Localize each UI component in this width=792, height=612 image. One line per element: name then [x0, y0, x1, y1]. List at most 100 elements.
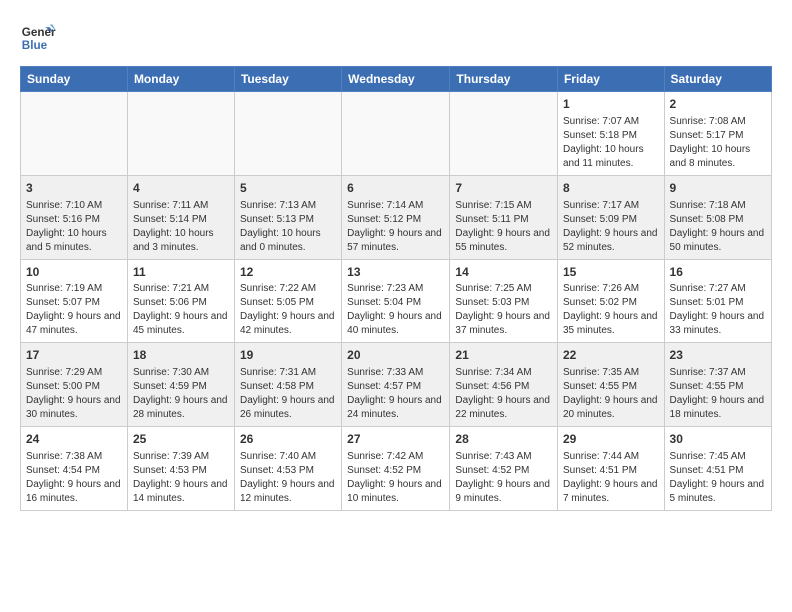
day-number: 19 — [240, 347, 336, 364]
day-info: Daylight: 9 hours and 35 minutes. — [563, 310, 659, 338]
day-info: Sunset: 5:09 PM — [563, 213, 659, 227]
day-info: Sunrise: 7:35 AM — [563, 366, 659, 380]
day-info: Sunrise: 7:38 AM — [26, 450, 122, 464]
day-info: Sunset: 4:52 PM — [455, 464, 552, 478]
day-header-monday: Monday — [127, 67, 234, 92]
day-info: Sunrise: 7:45 AM — [670, 450, 766, 464]
day-info: Sunset: 4:55 PM — [563, 380, 659, 394]
day-info: Sunrise: 7:44 AM — [563, 450, 659, 464]
day-info: Sunset: 5:08 PM — [670, 213, 766, 227]
day-info: Daylight: 9 hours and 40 minutes. — [347, 310, 444, 338]
day-info: Sunrise: 7:17 AM — [563, 199, 659, 213]
day-info: Daylight: 10 hours and 11 minutes. — [563, 143, 659, 171]
calendar-cell: 25Sunrise: 7:39 AMSunset: 4:53 PMDayligh… — [127, 427, 234, 511]
day-info: Daylight: 9 hours and 5 minutes. — [670, 478, 766, 506]
day-number: 2 — [670, 96, 766, 113]
day-header-sunday: Sunday — [21, 67, 128, 92]
calendar-cell: 5Sunrise: 7:13 AMSunset: 5:13 PMDaylight… — [234, 175, 341, 259]
calendar-cell: 19Sunrise: 7:31 AMSunset: 4:58 PMDayligh… — [234, 343, 341, 427]
calendar-week-row: 10Sunrise: 7:19 AMSunset: 5:07 PMDayligh… — [21, 259, 772, 343]
day-info: Daylight: 10 hours and 3 minutes. — [133, 227, 229, 255]
calendar-cell: 29Sunrise: 7:44 AMSunset: 4:51 PMDayligh… — [557, 427, 664, 511]
day-number: 21 — [455, 347, 552, 364]
day-info: Daylight: 10 hours and 0 minutes. — [240, 227, 336, 255]
calendar-cell: 23Sunrise: 7:37 AMSunset: 4:55 PMDayligh… — [664, 343, 771, 427]
day-number: 7 — [455, 180, 552, 197]
day-number: 12 — [240, 264, 336, 281]
day-info: Daylight: 9 hours and 24 minutes. — [347, 394, 444, 422]
day-info: Daylight: 9 hours and 33 minutes. — [670, 310, 766, 338]
calendar-cell — [450, 92, 558, 176]
calendar-table: SundayMondayTuesdayWednesdayThursdayFrid… — [20, 66, 772, 511]
day-info: Sunset: 5:03 PM — [455, 296, 552, 310]
day-info: Sunset: 4:51 PM — [563, 464, 659, 478]
day-number: 27 — [347, 431, 444, 448]
day-info: Sunrise: 7:10 AM — [26, 199, 122, 213]
calendar-cell: 20Sunrise: 7:33 AMSunset: 4:57 PMDayligh… — [342, 343, 450, 427]
day-info: Sunset: 5:06 PM — [133, 296, 229, 310]
day-info: Sunset: 5:18 PM — [563, 129, 659, 143]
day-header-wednesday: Wednesday — [342, 67, 450, 92]
day-info: Sunset: 5:01 PM — [670, 296, 766, 310]
day-info: Daylight: 9 hours and 7 minutes. — [563, 478, 659, 506]
day-info: Sunrise: 7:22 AM — [240, 282, 336, 296]
calendar-cell — [234, 92, 341, 176]
day-number: 3 — [26, 180, 122, 197]
day-number: 11 — [133, 264, 229, 281]
day-info: Daylight: 9 hours and 57 minutes. — [347, 227, 444, 255]
day-info: Sunset: 4:53 PM — [240, 464, 336, 478]
day-info: Sunset: 4:58 PM — [240, 380, 336, 394]
day-info: Daylight: 9 hours and 50 minutes. — [670, 227, 766, 255]
day-info: Daylight: 9 hours and 22 minutes. — [455, 394, 552, 422]
day-info: Sunset: 5:11 PM — [455, 213, 552, 227]
day-info: Daylight: 9 hours and 12 minutes. — [240, 478, 336, 506]
calendar-cell: 13Sunrise: 7:23 AMSunset: 5:04 PMDayligh… — [342, 259, 450, 343]
day-header-thursday: Thursday — [450, 67, 558, 92]
day-number: 16 — [670, 264, 766, 281]
day-info: Sunset: 5:13 PM — [240, 213, 336, 227]
page-header: General Blue — [20, 20, 772, 56]
calendar-cell — [342, 92, 450, 176]
calendar-cell: 8Sunrise: 7:17 AMSunset: 5:09 PMDaylight… — [557, 175, 664, 259]
day-info: Sunrise: 7:15 AM — [455, 199, 552, 213]
day-info: Sunrise: 7:31 AM — [240, 366, 336, 380]
day-info: Daylight: 9 hours and 14 minutes. — [133, 478, 229, 506]
day-info: Daylight: 9 hours and 28 minutes. — [133, 394, 229, 422]
day-info: Sunrise: 7:34 AM — [455, 366, 552, 380]
logo-icon: General Blue — [20, 20, 56, 56]
day-info: Daylight: 9 hours and 55 minutes. — [455, 227, 552, 255]
day-info: Sunrise: 7:37 AM — [670, 366, 766, 380]
calendar-cell: 18Sunrise: 7:30 AMSunset: 4:59 PMDayligh… — [127, 343, 234, 427]
day-number: 23 — [670, 347, 766, 364]
day-info: Sunrise: 7:14 AM — [347, 199, 444, 213]
calendar-cell: 12Sunrise: 7:22 AMSunset: 5:05 PMDayligh… — [234, 259, 341, 343]
day-info: Daylight: 9 hours and 47 minutes. — [26, 310, 122, 338]
day-number: 20 — [347, 347, 444, 364]
day-info: Sunset: 5:02 PM — [563, 296, 659, 310]
day-info: Daylight: 9 hours and 42 minutes. — [240, 310, 336, 338]
day-number: 5 — [240, 180, 336, 197]
calendar-cell: 10Sunrise: 7:19 AMSunset: 5:07 PMDayligh… — [21, 259, 128, 343]
calendar-cell: 6Sunrise: 7:14 AMSunset: 5:12 PMDaylight… — [342, 175, 450, 259]
calendar-cell: 7 Sunrise: 7:15 AMSunset: 5:11 PMDaylight… — [450, 175, 558, 259]
day-info: Sunset: 5:17 PM — [670, 129, 766, 143]
day-info: Sunset: 5:00 PM — [26, 380, 122, 394]
day-info: Sunset: 5:04 PM — [347, 296, 444, 310]
calendar-cell: 14Sunrise: 7:25 AMSunset: 5:03 PMDayligh… — [450, 259, 558, 343]
calendar-cell: 28Sunrise: 7:43 AMSunset: 4:52 PMDayligh… — [450, 427, 558, 511]
calendar-cell: 16Sunrise: 7:27 AMSunset: 5:01 PMDayligh… — [664, 259, 771, 343]
day-info: Sunset: 4:52 PM — [347, 464, 444, 478]
day-info: Sunrise: 7:23 AM — [347, 282, 444, 296]
day-number: 28 — [455, 431, 552, 448]
day-info: Daylight: 10 hours and 5 minutes. — [26, 227, 122, 255]
day-info: Sunrise: 7:07 AM — [563, 115, 659, 129]
calendar-cell: 22Sunrise: 7:35 AMSunset: 4:55 PMDayligh… — [557, 343, 664, 427]
day-info: Daylight: 9 hours and 20 minutes. — [563, 394, 659, 422]
day-info: Sunrise: 7:43 AM — [455, 450, 552, 464]
day-number: 30 — [670, 431, 766, 448]
calendar-cell — [21, 92, 128, 176]
logo: General Blue — [20, 20, 56, 56]
day-info: Sunrise: 7:40 AM — [240, 450, 336, 464]
day-header-saturday: Saturday — [664, 67, 771, 92]
day-number: 6 — [347, 180, 444, 197]
